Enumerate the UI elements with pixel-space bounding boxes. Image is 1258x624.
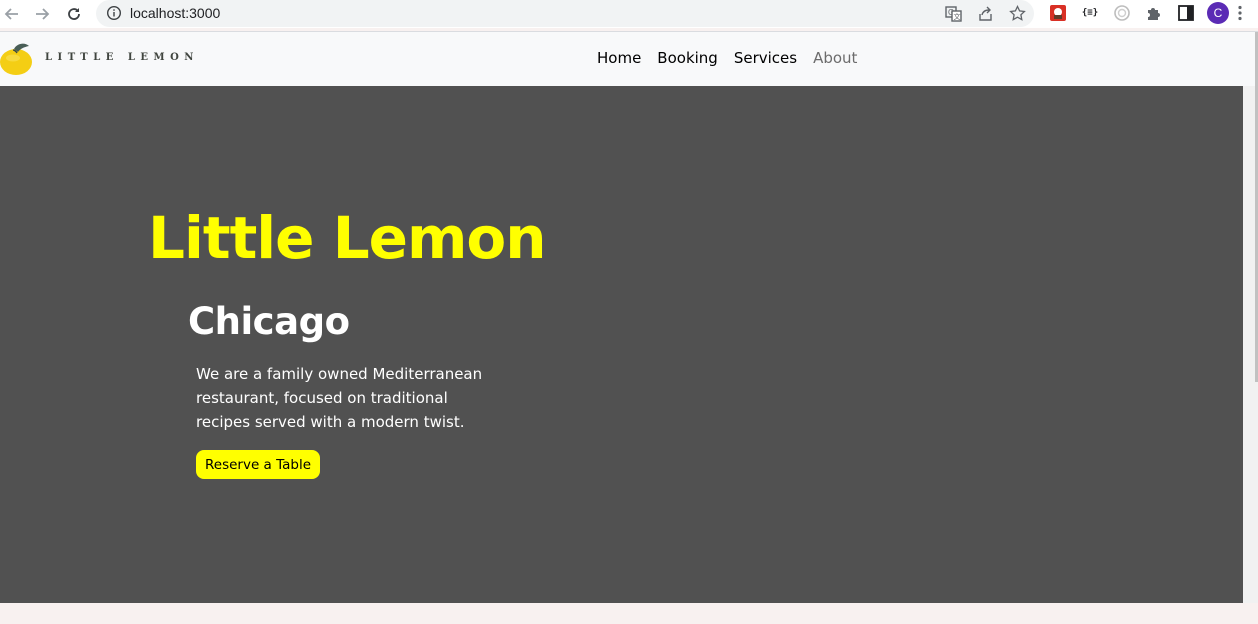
lemon-logo-icon[interactable] bbox=[0, 41, 34, 77]
nav-link-home[interactable]: Home bbox=[589, 48, 649, 68]
json-extension-icon[interactable]: {≡} bbox=[1081, 4, 1099, 22]
puzzle-icon[interactable] bbox=[1145, 4, 1163, 22]
hero-section: Little Lemon Chicago We are a family own… bbox=[0, 86, 1243, 603]
bookmark-star-icon[interactable] bbox=[1009, 5, 1026, 22]
extension-icon[interactable] bbox=[1049, 4, 1067, 22]
logo-wordmark[interactable]: LITTLE LEMON bbox=[45, 52, 199, 63]
share-icon[interactable] bbox=[977, 5, 994, 22]
main-nav: Home Booking Services About bbox=[589, 48, 865, 68]
url-text: localhost:3000 bbox=[130, 5, 221, 21]
hero-description: We are a family owned Mediterranean rest… bbox=[196, 365, 483, 431]
site-header: LITTLE LEMON Home Booking Services About bbox=[0, 32, 1258, 86]
nav-link-about[interactable]: About bbox=[805, 48, 865, 68]
forward-icon[interactable] bbox=[31, 3, 53, 25]
back-icon[interactable] bbox=[1, 3, 23, 25]
translate-icon[interactable]: G文 bbox=[945, 5, 962, 22]
nav-link-services[interactable]: Services bbox=[726, 48, 805, 68]
site-info-icon[interactable] bbox=[106, 5, 122, 21]
profile-avatar[interactable]: C bbox=[1207, 2, 1229, 24]
address-bar[interactable]: localhost:3000 G文 bbox=[96, 0, 1034, 27]
hero-subtitle: Chicago bbox=[188, 300, 350, 343]
extension-circle-icon[interactable] bbox=[1113, 4, 1131, 22]
nav-link-booking[interactable]: Booking bbox=[649, 48, 726, 68]
hero-title: Little Lemon bbox=[148, 204, 547, 272]
menu-kebab-icon[interactable] bbox=[1238, 5, 1242, 21]
side-panel-icon[interactable] bbox=[1177, 4, 1195, 22]
svg-text:文: 文 bbox=[954, 12, 961, 21]
reserve-table-button[interactable]: Reserve a Table bbox=[196, 450, 320, 479]
next-section-edge bbox=[0, 603, 1258, 624]
reload-icon[interactable] bbox=[63, 3, 85, 25]
browser-toolbar: localhost:3000 G文 {≡} C bbox=[0, 0, 1258, 28]
